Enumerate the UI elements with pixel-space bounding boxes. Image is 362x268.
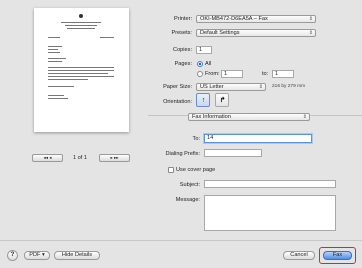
- popup-arrows-icon: ⇕: [302, 114, 307, 120]
- presets-label: Presets:: [171, 30, 192, 36]
- hide-details-button[interactable]: Hide Details: [54, 251, 100, 260]
- popup-arrows-icon: ⇕: [258, 84, 263, 90]
- message-label: Message:: [175, 197, 200, 203]
- popup-arrows-icon: ⇕: [308, 30, 313, 36]
- subject-field[interactable]: [204, 180, 336, 188]
- doc-line: [48, 95, 64, 96]
- doc-line: [48, 67, 114, 68]
- orientation-portrait-button[interactable]: ↑: [196, 93, 210, 107]
- doc-line: [48, 37, 60, 38]
- doc-line: [100, 37, 114, 38]
- use-cover-page-checkbox[interactable]: [168, 167, 174, 173]
- pages-from-field[interactable]: 1: [221, 70, 243, 78]
- cancel-button[interactable]: Cancel: [283, 251, 315, 260]
- page-first-prev-button[interactable]: ◂◂ ◂: [32, 154, 63, 162]
- page-indicator-text: 1 of 1: [73, 155, 87, 161]
- pages-to-label: to:: [262, 71, 269, 77]
- fax-to-label: To:: [192, 136, 200, 142]
- doc-line: [61, 22, 101, 23]
- help-icon: ?: [10, 252, 15, 258]
- doc-line: [48, 49, 58, 50]
- pdf-button-label: PDF ▾: [29, 252, 45, 258]
- fax-button-label: Fax: [332, 252, 343, 258]
- pages-to-value: 1: [275, 71, 279, 77]
- orientation-landscape-button[interactable]: ↱: [215, 93, 229, 107]
- doc-line: [48, 52, 60, 53]
- doc-line: [48, 86, 74, 87]
- paper-size-value: US Letter: [200, 84, 224, 90]
- copies-value: 1: [199, 47, 203, 53]
- printer-label: Printer:: [173, 16, 192, 22]
- orientation-label: Orientation:: [163, 99, 192, 105]
- pages-from-label: From:: [205, 71, 220, 77]
- dialing-prefix-label: Dialing Prefix:: [165, 151, 200, 157]
- doc-line: [48, 76, 114, 77]
- doc-line: [67, 28, 95, 29]
- doc-line: [65, 25, 97, 26]
- preview-pane: ◂◂ ◂ 1 of 1 ▸ ▸▸: [0, 0, 148, 238]
- doc-line: [48, 58, 66, 59]
- cancel-label: Cancel: [290, 252, 308, 258]
- doc-line: [48, 73, 108, 74]
- page-indicator: 1 of 1: [68, 155, 92, 161]
- doc-line: [48, 61, 62, 62]
- fax-button[interactable]: Fax: [323, 251, 352, 260]
- copies-label: Copies:: [173, 47, 192, 53]
- document-preview-page: [34, 8, 129, 132]
- page-next-last-button[interactable]: ▸ ▸▸: [99, 154, 130, 162]
- dialing-prefix-field[interactable]: [204, 149, 262, 157]
- landscape-icon: ↱: [219, 97, 226, 104]
- printer-popup[interactable]: OKI-MB472-D6EA5A – Fax ⇕: [196, 15, 316, 23]
- hide-details-label: Hide Details: [61, 252, 93, 258]
- section-popup-value: Fax Information: [192, 114, 231, 120]
- letterhead-logo: [79, 14, 83, 18]
- pages-all-radio[interactable]: [197, 61, 203, 67]
- doc-line: [48, 46, 62, 47]
- footer-divider: [0, 240, 362, 241]
- printer-value: OKI-MB472-D6EA5A – Fax: [200, 16, 268, 22]
- message-field[interactable]: [204, 195, 336, 231]
- paper-size-popup[interactable]: US Letter ⇕: [196, 83, 266, 91]
- paper-dimensions: 216 by 279 mm: [272, 84, 306, 89]
- copies-field[interactable]: 1: [196, 46, 212, 54]
- pages-label: Pages:: [174, 61, 192, 67]
- fax-to-field[interactable]: 14: [204, 134, 312, 143]
- doc-line: [48, 70, 114, 71]
- paper-size-label: Paper Size:: [163, 84, 192, 90]
- doc-line: [48, 79, 88, 80]
- presets-popup[interactable]: Default Settings ⇕: [196, 29, 316, 37]
- popup-arrows-icon: ⇕: [308, 16, 313, 22]
- use-cover-page-label: Use cover page: [176, 167, 216, 173]
- pages-from-value: 1: [224, 71, 228, 77]
- pages-range-radio[interactable]: [197, 71, 203, 77]
- section-popup[interactable]: Fax Information ⇕: [188, 113, 310, 121]
- print-settings-panel: Printer: OKI-MB472-D6EA5A – Fax ⇕ Presets…: [148, 0, 362, 238]
- presets-value: Default Settings: [200, 30, 240, 36]
- nav-back-label: ◂◂ ◂: [43, 155, 52, 160]
- subject-label: Subject:: [179, 182, 200, 188]
- help-button[interactable]: ?: [7, 250, 18, 261]
- pages-to-field[interactable]: 1: [272, 70, 294, 78]
- nav-forward-label: ▸ ▸▸: [110, 155, 119, 160]
- doc-line: [48, 98, 68, 99]
- pages-all-label: All: [205, 61, 212, 67]
- fax-to-value: 14: [207, 135, 214, 141]
- pdf-menu-button[interactable]: PDF ▾: [24, 251, 50, 260]
- portrait-icon: ↑: [201, 97, 206, 104]
